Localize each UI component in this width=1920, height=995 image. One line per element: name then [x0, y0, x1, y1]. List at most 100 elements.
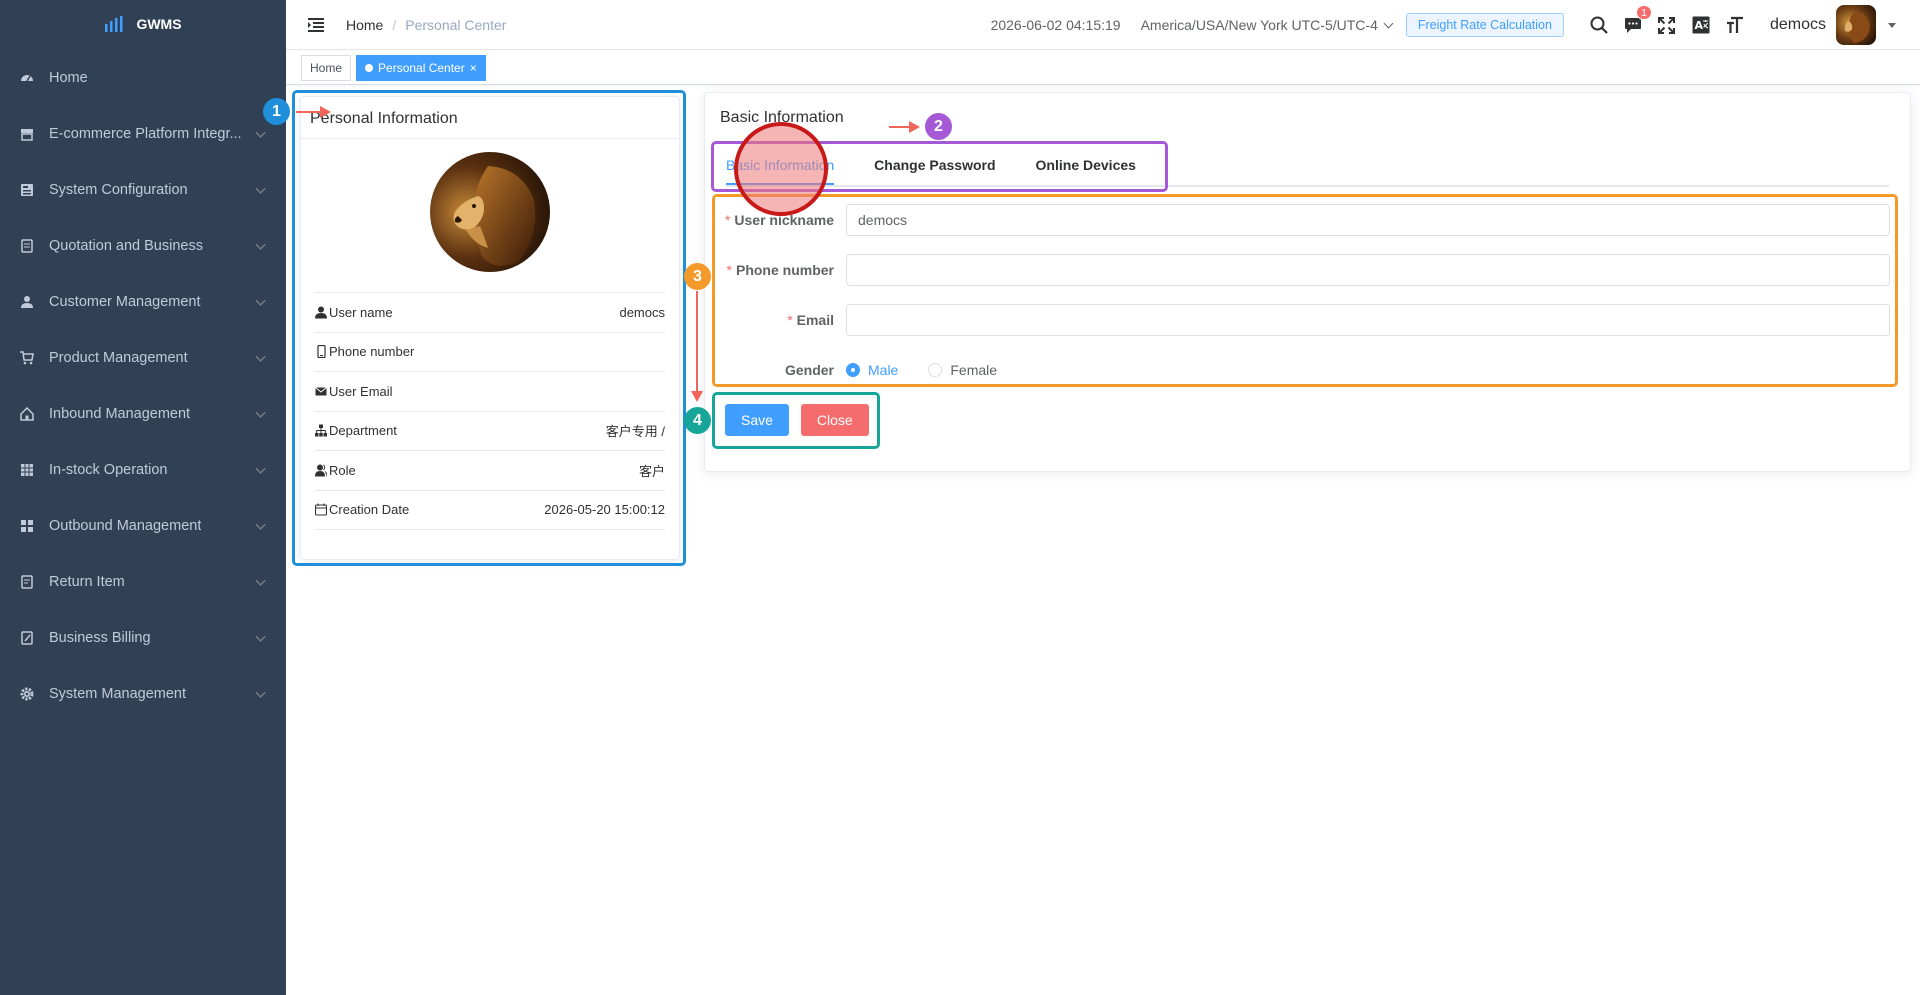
lion-avatar-image: [430, 152, 550, 272]
profile-info-label: Department: [329, 423, 397, 439]
sidebar-item-inbound-management[interactable]: Inbound Management: [0, 386, 286, 442]
profile-info-label: Role: [329, 462, 356, 478]
sidebar-item-system-management[interactable]: System Management: [0, 666, 286, 722]
profile-avatar[interactable]: [430, 152, 550, 272]
grid-icon: [20, 519, 34, 533]
form-actions: Save Close: [725, 404, 869, 436]
timezone-label: America/USA/New York UTC-5/UTC-4: [1140, 17, 1378, 33]
email-label: * Email: [787, 312, 834, 328]
phone-row: * Phone number: [715, 253, 1900, 287]
chevron-down-icon: [255, 463, 266, 474]
sidebar-item-product-management[interactable]: Product Management: [0, 330, 286, 386]
chevron-down-icon: [255, 295, 266, 306]
gender-male-radio[interactable]: Male: [846, 362, 898, 378]
font-size-button[interactable]: [1718, 0, 1752, 50]
notifications-button[interactable]: 1: [1616, 0, 1652, 50]
menu-fold-icon: [308, 17, 324, 32]
email-row: * Email: [715, 303, 1900, 337]
sidebar-item-in-stock-operation[interactable]: In-stock Operation: [0, 442, 286, 498]
nickname-row: * User nickname: [715, 203, 1900, 237]
sidebar-item-outbound-management[interactable]: Outbound Management: [0, 498, 286, 554]
tab-basic-information[interactable]: Basic Information: [726, 145, 854, 185]
tags-view: Home Personal Center ×: [286, 51, 1920, 85]
profile-info-label: User name: [329, 304, 393, 320]
profile-tabs: Basic Information Change Password Online…: [726, 145, 1156, 185]
user-avatar[interactable]: [1836, 5, 1876, 45]
sidebar-item-label: In-stock Operation: [49, 462, 168, 478]
caret-down-icon[interactable]: [1888, 22, 1896, 28]
close-button[interactable]: Close: [800, 404, 869, 436]
sidebar-item-quotation-and-business[interactable]: Quotation and Business: [0, 218, 286, 274]
basic-info-form: *User nickname *Phone number *Email Gend…: [715, 203, 1900, 403]
svg-text:A: A: [1694, 19, 1703, 32]
personal-info-card: Personal Information User name democs Ph…: [300, 96, 680, 560]
lion-avatar-image: [1836, 5, 1876, 45]
sidebar-item-label: System Management: [49, 686, 187, 702]
personal-info-title: Personal Information: [301, 97, 679, 139]
freight-rate-button[interactable]: Freight Rate Calculation: [1405, 13, 1564, 37]
sidebar-item-home[interactable]: Home: [0, 50, 286, 106]
tabs-divider: [726, 185, 1889, 187]
chevron-down-icon: [255, 183, 266, 194]
profile-info-value: 客户: [638, 463, 665, 479]
phone-icon: [315, 345, 329, 359]
sidebar-item-business-billing[interactable]: Business Billing: [0, 610, 286, 666]
cart-icon: [20, 351, 34, 365]
sidebar-item-e-commerce-platform-integr[interactable]: E-commerce Platform Integr...: [0, 106, 286, 162]
basic-info-card: Basic Information Basic Information Chan…: [704, 92, 1911, 472]
sidebar-item-label: Home: [49, 70, 88, 86]
profile-info-row: Creation Date 2026-05-20 15:00:12: [315, 491, 665, 530]
chevron-down-icon: [1383, 18, 1394, 28]
radio-checked-icon: [846, 363, 860, 377]
sidebar-menu: Home E-commerce Platform Integr... System …: [0, 50, 286, 722]
house-icon: [20, 407, 34, 421]
chevron-down-icon: [255, 631, 266, 642]
gear-icon: [20, 687, 34, 701]
breadcrumb-home[interactable]: Home: [346, 17, 383, 33]
sidebar-item-label: System Configuration: [49, 182, 188, 198]
tab-online-devices[interactable]: Online Devices: [1016, 145, 1156, 185]
shop-icon: [20, 127, 34, 141]
search-button[interactable]: [1582, 0, 1616, 50]
profile-info-row: Department 客户专用 /: [315, 412, 665, 451]
profile-info-value: 2026-05-20 15:00:12: [544, 502, 665, 518]
tag-home[interactable]: Home: [301, 54, 352, 81]
app-logo[interactable]: GWMS: [0, 0, 286, 48]
dashboard-icon: [20, 71, 34, 85]
gender-row: Gender Male Female: [715, 353, 1900, 387]
header-username[interactable]: democs: [1770, 16, 1826, 34]
sidebar-item-customer-management[interactable]: Customer Management: [0, 274, 286, 330]
save-button[interactable]: Save: [725, 404, 789, 436]
fullscreen-button[interactable]: [1650, 0, 1684, 50]
sidebar-item-label: Return Item: [49, 574, 125, 590]
email-input[interactable]: [846, 304, 1890, 336]
basic-info-title: Basic Information: [720, 109, 844, 126]
hamburger-toggle[interactable]: [286, 0, 346, 50]
fullscreen-icon: [1658, 16, 1676, 34]
sidebar-item-return-item[interactable]: Return Item: [0, 554, 286, 610]
date-icon: [315, 503, 329, 516]
close-icon[interactable]: ×: [470, 61, 477, 75]
tree-icon: [315, 424, 329, 437]
radio-unchecked-icon: [928, 363, 943, 377]
sidebar-item-label: Inbound Management: [49, 406, 191, 422]
breadcrumb: Home / Personal Center: [346, 17, 506, 33]
document-icon: [20, 239, 34, 253]
top-navbar: Home / Personal Center 2026-06-02 04:15:…: [286, 0, 1920, 50]
sidebar-item-system-configuration[interactable]: System Configuration: [0, 162, 286, 218]
phone-label: * Phone number: [726, 262, 834, 278]
timezone-select[interactable]: America/USA/New York UTC-5/UTC-4: [1140, 17, 1394, 33]
phone-input[interactable]: [846, 254, 1890, 286]
profile-info-label: User Email: [329, 383, 393, 399]
chevron-down-icon: [255, 575, 266, 586]
language-button[interactable]: A: [1684, 0, 1718, 50]
gender-female-radio[interactable]: Female: [928, 362, 997, 378]
tab-change-password[interactable]: Change Password: [854, 145, 1015, 185]
profile-info-row: User name democs: [315, 293, 665, 333]
chevron-down-icon: [255, 351, 266, 362]
chevron-down-icon: [255, 407, 266, 418]
font-size-icon: [1726, 16, 1743, 33]
tag-personal-center[interactable]: Personal Center ×: [356, 54, 486, 81]
logo-icon: [105, 16, 123, 32]
nickname-input[interactable]: [846, 204, 1890, 236]
